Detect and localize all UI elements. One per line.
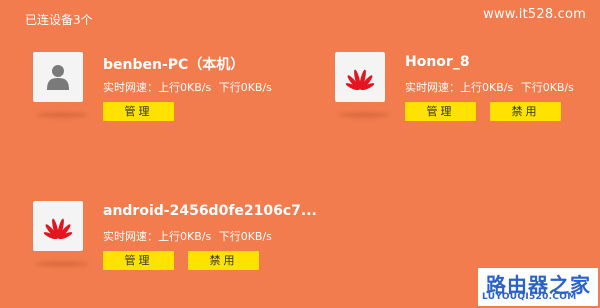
huawei-logo-icon — [345, 69, 375, 90]
upload-speed: 上行0KB/s — [460, 81, 514, 94]
avatar-shadow — [36, 262, 88, 266]
ban-button[interactable]: 禁用 — [188, 251, 259, 270]
connected-devices-title: 已连设备3个 — [25, 13, 93, 27]
manage-button[interactable]: 管理 — [103, 102, 174, 121]
ban-button[interactable]: 禁用 — [490, 102, 561, 121]
device-card: Honor_8 实时网速：上行0KB/s 下行0KB/s 管理 禁用 — [335, 52, 595, 127]
download-speed: 下行0KB/s — [520, 81, 574, 94]
manage-button[interactable]: 管理 — [405, 102, 476, 121]
manage-button[interactable]: 管理 — [103, 251, 174, 270]
device-name: android-2456d0fe2106c7... — [103, 203, 317, 219]
device-avatar — [335, 52, 385, 102]
upload-speed: 上行0KB/s — [158, 81, 212, 94]
watermark-url: www.it528.com — [483, 7, 586, 22]
device-name: Honor_8 — [405, 54, 470, 70]
device-card: android-2456d0fe2106c7... 实时网速：上行0KB/s 下… — [33, 201, 323, 276]
speed-label: 实时网速： — [405, 81, 460, 94]
device-card: benben-PC（本机） 实时网速：上行0KB/s 下行0KB/s 管理 — [33, 52, 293, 127]
device-name: benben-PC（本机） — [103, 57, 245, 73]
device-speed: 实时网速：上行0KB/s 下行0KB/s — [103, 228, 276, 244]
download-speed: 下行0KB/s — [218, 81, 272, 94]
watermark-logo: 路由器之家 LUYOUQI520.COM — [478, 268, 598, 306]
avatar-shadow — [338, 113, 390, 117]
device-speed: 实时网速：上行0KB/s 下行0KB/s — [405, 79, 578, 95]
speed-label: 实时网速： — [103, 230, 158, 243]
user-icon — [47, 65, 69, 90]
huawei-logo-icon — [43, 218, 73, 239]
download-speed: 下行0KB/s — [218, 230, 272, 243]
avatar-shadow — [36, 113, 88, 117]
speed-label: 实时网速： — [103, 81, 158, 94]
upload-speed: 上行0KB/s — [158, 230, 212, 243]
watermark-logo-sub: LUYOUQI520.COM — [482, 292, 577, 302]
device-avatar — [33, 52, 83, 102]
device-avatar — [33, 201, 83, 251]
device-speed: 实时网速：上行0KB/s 下行0KB/s — [103, 79, 276, 95]
